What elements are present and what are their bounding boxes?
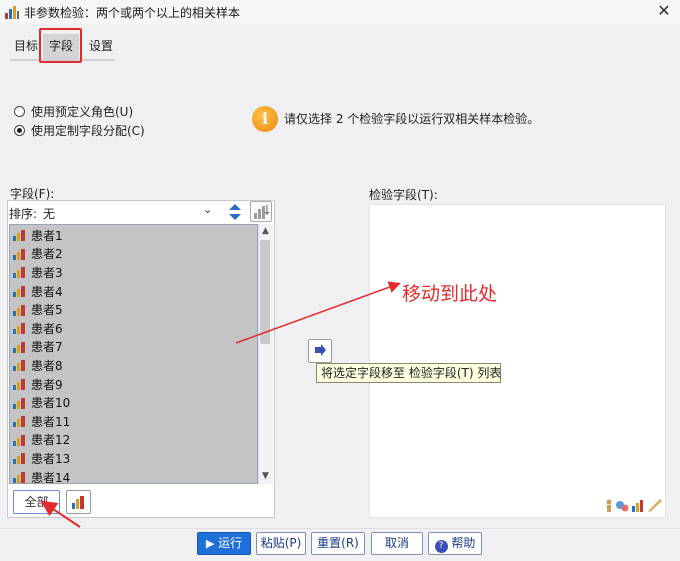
radio-label-custom: 使用定制字段分配(C) bbox=[31, 123, 145, 138]
scale-measure-icon bbox=[12, 377, 28, 391]
list-item[interactable]: 患者11 bbox=[10, 412, 257, 431]
radio-predefined-roles[interactable]: 使用预定义角色(U) bbox=[14, 103, 133, 119]
list-item[interactable]: 患者3 bbox=[10, 263, 257, 282]
scale-measure-icon bbox=[12, 265, 28, 279]
tab-settings[interactable]: 设置 bbox=[85, 34, 117, 60]
list-item-label: 患者4 bbox=[31, 284, 63, 299]
play-icon: ▶ bbox=[205, 537, 215, 550]
help-button[interactable]: ? 帮助 bbox=[428, 532, 482, 555]
scale-measure-icon bbox=[12, 340, 28, 354]
list-item[interactable]: 患者14 bbox=[10, 468, 257, 484]
list-item-label: 患者10 bbox=[31, 396, 71, 411]
scale-measure-icon bbox=[12, 228, 28, 242]
test-fields-label: 检验字段(T): bbox=[369, 188, 438, 202]
list-item[interactable]: 患者5 bbox=[10, 300, 257, 319]
list-item-label: 患者5 bbox=[31, 303, 63, 318]
list-item-label: 患者9 bbox=[31, 377, 63, 392]
list-item-label: 患者13 bbox=[31, 451, 71, 466]
fields-list[interactable]: 患者1 患者2 患者3 患者4 患者5 患者6 患者7 患者8 患者9 患者10 患者11 患者12 患… bbox=[9, 224, 258, 484]
radio-button-predefined[interactable] bbox=[14, 105, 25, 117]
help-label: 帮助 bbox=[451, 536, 476, 550]
scale-measure-icon bbox=[12, 303, 28, 317]
list-item-label: 患者12 bbox=[31, 433, 71, 448]
sort-by-measure-button[interactable] bbox=[250, 201, 272, 222]
list-item-label: 患者11 bbox=[31, 414, 71, 429]
scale-measure-icon bbox=[12, 396, 28, 410]
list-item[interactable]: 患者6 bbox=[10, 319, 257, 338]
list-item[interactable]: 患者10 bbox=[10, 393, 257, 412]
paste-button[interactable]: 粘贴(P) bbox=[256, 532, 306, 555]
scale-measure-icon bbox=[12, 433, 28, 447]
select-all-button[interactable]: 全部 bbox=[13, 490, 60, 514]
list-item-label: 患者2 bbox=[31, 247, 63, 262]
scale-measure-icon bbox=[12, 414, 28, 428]
list-item-label: 患者3 bbox=[31, 265, 63, 280]
run-button[interactable]: ▶ 运行 bbox=[197, 532, 251, 555]
cancel-button[interactable]: 取消 bbox=[371, 532, 423, 555]
app-icon bbox=[4, 4, 20, 20]
scale-measure-icon bbox=[12, 470, 28, 483]
annotation-label: 移动到此处 bbox=[402, 283, 498, 305]
scroll-down-icon[interactable]: ▼ bbox=[259, 471, 272, 481]
radio-button-custom[interactable] bbox=[14, 124, 25, 136]
list-item[interactable]: 患者1 bbox=[10, 226, 257, 245]
reset-button[interactable]: 重置(R) bbox=[311, 532, 365, 555]
sort-label: 排序: bbox=[9, 207, 38, 221]
sort-dropdown[interactable] bbox=[8, 202, 220, 222]
info-message: 请仅选择 2 个检验字段以运行双相关样本检验。 bbox=[284, 112, 540, 126]
help-icon: ? bbox=[434, 540, 448, 553]
list-item[interactable]: 患者4 bbox=[10, 282, 257, 301]
list-item[interactable]: 患者8 bbox=[10, 356, 257, 375]
radio-label-predefined: 使用预定义角色(U) bbox=[31, 104, 134, 119]
move-to-test-fields-button[interactable] bbox=[308, 339, 332, 363]
test-fields-list[interactable] bbox=[369, 204, 666, 518]
list-item[interactable]: 患者7 bbox=[10, 338, 257, 357]
list-item[interactable]: 患者12 bbox=[10, 431, 257, 450]
tab-target[interactable]: 目标 bbox=[10, 34, 42, 60]
window-title: 非参数检验：两个或两个以上的相关样本 bbox=[24, 6, 241, 20]
run-label: 运行 bbox=[218, 536, 243, 550]
list-item-label: 患者8 bbox=[31, 358, 63, 373]
scale-measure-icon bbox=[12, 451, 28, 465]
close-icon[interactable]: ✕ bbox=[652, 2, 676, 22]
radio-custom-assignment[interactable]: 使用定制字段分配(C) bbox=[14, 122, 145, 138]
list-item-label: 患者6 bbox=[31, 321, 63, 336]
tab-highlight-box bbox=[39, 28, 82, 63]
move-button-tooltip: 将选定字段移至 检验字段(T) 列表 bbox=[316, 363, 501, 383]
scale-measure-button[interactable] bbox=[66, 490, 91, 514]
chevron-down-icon[interactable]: ⌄ bbox=[203, 203, 212, 216]
scroll-thumb[interactable] bbox=[260, 240, 270, 344]
list-item-label: 患者7 bbox=[31, 340, 63, 355]
scale-measure-icon bbox=[12, 358, 28, 372]
sort-value: 无 bbox=[43, 207, 56, 221]
measure-types-legend bbox=[604, 497, 664, 513]
list-item-label: 患者14 bbox=[31, 470, 71, 484]
scale-measure-icon bbox=[12, 247, 28, 261]
list-item[interactable]: 患者9 bbox=[10, 375, 257, 394]
list-item[interactable]: 患者13 bbox=[10, 449, 257, 468]
scale-measure-icon bbox=[12, 321, 28, 335]
footer-divider bbox=[0, 528, 680, 529]
list-item[interactable]: 患者2 bbox=[10, 245, 257, 264]
scale-measure-icon bbox=[12, 284, 28, 298]
scroll-up-icon[interactable]: ▲ bbox=[259, 226, 272, 236]
info-icon: i bbox=[252, 106, 278, 132]
sort-order-icon[interactable] bbox=[227, 203, 243, 221]
list-item-label: 患者1 bbox=[31, 228, 63, 243]
